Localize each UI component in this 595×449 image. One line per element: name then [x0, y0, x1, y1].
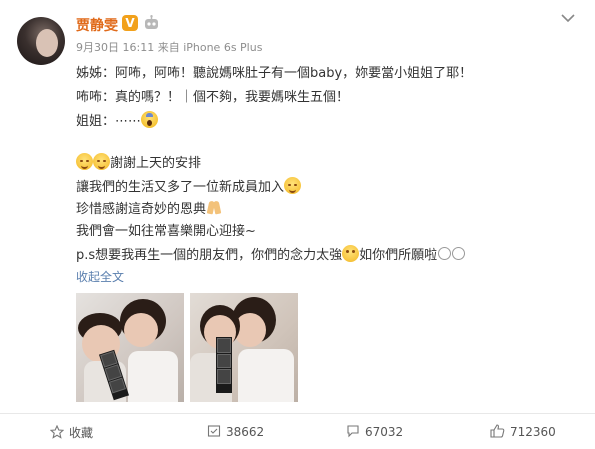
post-line-8-text: p.s想要我再生一個的朋友們，你們的念力太強	[76, 248, 343, 263]
smile-emoji-icon	[284, 177, 302, 194]
post-line-5: 讓我們的生活又多了一位新成員加入	[76, 176, 302, 195]
verified-badge-icon: V	[122, 15, 138, 31]
like-count: 712360	[510, 425, 556, 439]
post-line-6: 珍惜感謝這奇妙的恩典	[76, 198, 223, 217]
post-line-4-text: 謝謝上天的安排	[110, 156, 202, 171]
post-line-4: 謝謝上天的安排	[76, 152, 201, 171]
username[interactable]: 贾静雯	[76, 15, 118, 35]
post-line-8: p.s想要我再生一個的朋友們，你們的念力太強 如你們所願啦	[76, 244, 466, 263]
chevron-down-icon[interactable]	[561, 13, 575, 23]
shocked-emoji-icon	[342, 245, 360, 262]
robot-icon	[145, 15, 158, 29]
repost-button[interactable]: 38662	[207, 424, 264, 439]
post-line-6-text: 珍惜感謝這奇妙的恩典	[76, 202, 207, 217]
photo-sisters-hug[interactable]	[76, 293, 184, 402]
thumbs-up-icon	[490, 424, 505, 438]
post-line-8-tail: 如你們所願啦	[359, 248, 438, 263]
timestamp: 9月30日 16:11	[76, 41, 155, 54]
small-face-icon	[438, 247, 452, 260]
collapse-link[interactable]: 收起全文	[76, 268, 124, 285]
smile-emoji-icon	[93, 153, 110, 170]
small-face-icon	[452, 247, 466, 260]
repost-icon	[207, 425, 221, 437]
favorite-button[interactable]: 收藏	[49, 424, 94, 441]
smile-emoji-icon	[76, 153, 93, 170]
photo-sisters-kiss[interactable]	[190, 293, 298, 402]
comment-button[interactable]: 67032	[346, 424, 403, 439]
praying-hands-icon	[206, 199, 223, 216]
source: 来自 iPhone 6s Plus	[157, 41, 263, 54]
post-line-1: 姊姊：阿咘，阿咘！聽說媽咪肚子有一個baby，妳要當小姐姐了耶！	[76, 66, 473, 81]
like-button[interactable]: 712360	[490, 424, 556, 439]
post-line-3-text: 姐姐：⋯⋯	[76, 114, 142, 129]
comment-icon	[347, 425, 359, 438]
post-line-7: 我們會一如往常喜樂開心迎接~	[76, 224, 256, 239]
avatar[interactable]	[17, 17, 65, 65]
repost-count: 38662	[226, 425, 265, 439]
post-line-3: 姐姐：⋯⋯	[76, 110, 159, 129]
post-line-5-text: 讓我們的生活又多了一位新成員加入	[76, 180, 285, 195]
post-line-2: 咘咘：真的嗎？！｜個不夠，我要媽咪生五個！	[76, 90, 350, 105]
star-icon	[49, 424, 65, 439]
comment-count: 67032	[365, 425, 404, 439]
post-meta: 9月30日 16:11 来自 iPhone 6s Plus	[76, 39, 262, 55]
favorite-label: 收藏	[69, 426, 94, 440]
scream-emoji-icon	[141, 111, 159, 128]
